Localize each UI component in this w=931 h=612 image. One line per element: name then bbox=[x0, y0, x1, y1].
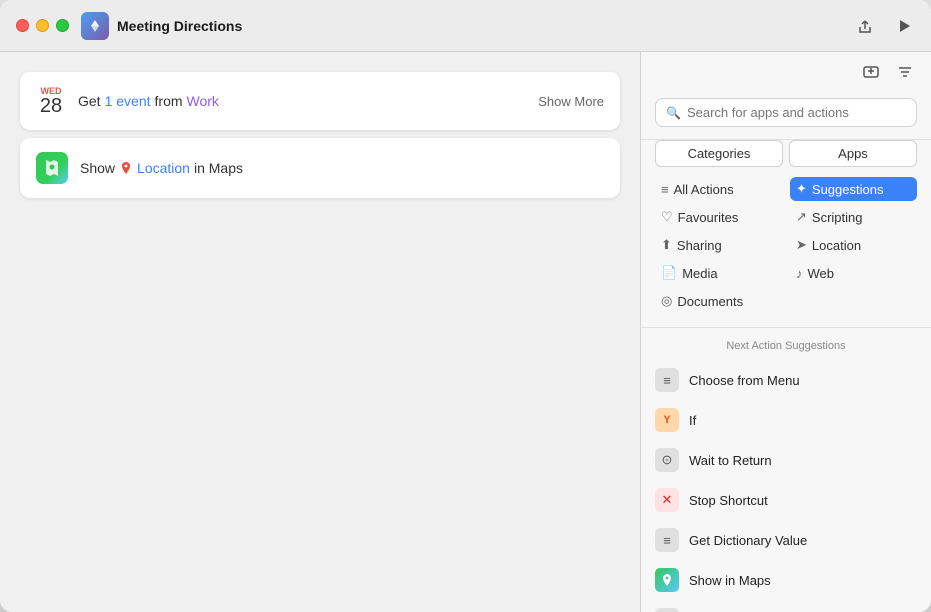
suggestions-icon: ✦ bbox=[796, 181, 807, 197]
main-content: Wed 28 Get 1 event from Work Show More bbox=[0, 52, 931, 612]
stop-shortcut-label: Stop Shortcut bbox=[689, 493, 768, 508]
maximize-button[interactable] bbox=[56, 19, 69, 32]
cat-row-5: ◎ Documents bbox=[655, 289, 917, 313]
search-wrapper: 🔍 bbox=[655, 98, 917, 127]
run-button[interactable] bbox=[893, 15, 915, 37]
cat-row-4: 📄 Media ♪ Web bbox=[655, 261, 917, 285]
sidebar-item-documents[interactable]: 📄 Media bbox=[655, 261, 782, 285]
media-label: Web bbox=[808, 266, 835, 281]
documents-label: Media bbox=[682, 266, 717, 281]
sidebar-item-suggestions[interactable]: ✦ Suggestions bbox=[790, 177, 917, 201]
app-title-group: Meeting Directions bbox=[81, 12, 841, 40]
titlebar-actions bbox=[853, 14, 915, 38]
wait-to-return-label: Wait to Return bbox=[689, 453, 772, 468]
suggestion-list[interactable]: ≡ List bbox=[641, 600, 931, 612]
sidebar-item-sharing[interactable]: ⬆ Sharing bbox=[655, 233, 782, 257]
tab-row: Categories Apps bbox=[641, 140, 931, 177]
search-bar: 🔍 bbox=[641, 86, 931, 140]
event-token[interactable]: 1 event bbox=[105, 93, 151, 109]
all-actions-icon: ≡ bbox=[661, 182, 669, 197]
show-more-button[interactable]: Show More bbox=[538, 94, 604, 109]
cat-row-3: ⬆ Sharing ➤ Location bbox=[655, 233, 917, 257]
suggestion-choose-from-menu[interactable]: ≡ Choose from Menu bbox=[641, 360, 931, 400]
date-number: 28 bbox=[40, 96, 62, 116]
traffic-lights bbox=[16, 19, 69, 32]
add-to-dock-button[interactable] bbox=[859, 60, 883, 84]
favourites-label: Favourites bbox=[678, 210, 739, 225]
text-show: Show bbox=[80, 160, 115, 176]
sidebar-item-location[interactable]: ➤ Location bbox=[790, 233, 917, 257]
sidebar-item-scripting[interactable]: ↗ Scripting bbox=[790, 205, 917, 229]
get-event-card: Wed 28 Get 1 event from Work Show More bbox=[20, 72, 620, 130]
documents-icon: 📄 bbox=[661, 265, 677, 281]
get-dictionary-value-icon: ≡ bbox=[655, 528, 679, 552]
location-icon: ➤ bbox=[796, 237, 807, 253]
share-button[interactable] bbox=[853, 14, 877, 38]
titlebar: Meeting Directions bbox=[0, 0, 931, 52]
location-label: Location bbox=[812, 238, 861, 253]
right-panel: 🔍 Categories Apps ≡ All Actions ✦ bbox=[641, 52, 931, 612]
list-icon: ≡ bbox=[655, 608, 679, 612]
suggestions-label: Suggestions bbox=[812, 182, 884, 197]
media-icon: ♪ bbox=[796, 266, 803, 281]
work-token[interactable]: Work bbox=[187, 93, 219, 109]
sharing-icon: ⬆ bbox=[661, 237, 672, 253]
suggestion-get-dictionary-value[interactable]: ≡ Get Dictionary Value bbox=[641, 520, 931, 560]
text-get: Get bbox=[78, 93, 101, 109]
location-token[interactable]: Location bbox=[137, 160, 190, 176]
stop-shortcut-icon: ✕ bbox=[655, 488, 679, 512]
card2-content: Show Location in Maps bbox=[80, 160, 604, 176]
suggestions-header: Next Action Suggestions bbox=[641, 336, 931, 360]
show-maps-card: Show Location in Maps bbox=[20, 138, 620, 198]
cat-row-2: ♡ Favourites ↗ Scripting bbox=[655, 205, 917, 229]
choose-from-menu-label: Choose from Menu bbox=[689, 373, 800, 388]
maps-icon bbox=[36, 152, 68, 184]
suggestion-wait-to-return[interactable]: ⊙ Wait to Return bbox=[641, 440, 931, 480]
search-input[interactable] bbox=[687, 105, 906, 120]
suggestion-stop-shortcut[interactable]: ✕ Stop Shortcut bbox=[641, 480, 931, 520]
show-in-maps-label: Show in Maps bbox=[689, 573, 771, 588]
choose-from-menu-icon: ≡ bbox=[655, 368, 679, 392]
text-from: from bbox=[155, 93, 183, 109]
cat-row-1: ≡ All Actions ✦ Suggestions bbox=[655, 177, 917, 201]
suggestion-show-in-maps[interactable]: Show in Maps bbox=[641, 560, 931, 600]
shortcuts-app-icon bbox=[81, 12, 109, 40]
categories-grid: ≡ All Actions ✦ Suggestions ♡ Favourites… bbox=[641, 177, 931, 328]
web-label: Documents bbox=[677, 294, 743, 309]
sidebar-item-media[interactable]: ♪ Web bbox=[790, 261, 917, 285]
favourites-icon: ♡ bbox=[661, 209, 673, 225]
text-in-maps: in Maps bbox=[194, 160, 243, 176]
get-dictionary-value-label: Get Dictionary Value bbox=[689, 533, 807, 548]
show-in-maps-icon bbox=[655, 568, 679, 592]
card-content: Get 1 event from Work bbox=[78, 93, 526, 109]
calendar-date: Wed 28 bbox=[36, 86, 66, 116]
minimize-button[interactable] bbox=[36, 19, 49, 32]
search-icon: 🔍 bbox=[666, 106, 681, 120]
location-pin-icon bbox=[119, 161, 133, 175]
suggestion-if[interactable]: Y If bbox=[641, 400, 931, 440]
all-actions-label: All Actions bbox=[674, 182, 734, 197]
web-icon: ◎ bbox=[661, 293, 672, 309]
if-icon: Y bbox=[655, 408, 679, 432]
sidebar-item-web[interactable]: ◎ Documents bbox=[655, 289, 917, 313]
sidebar-item-favourites[interactable]: ♡ Favourites bbox=[655, 205, 782, 229]
wait-to-return-icon: ⊙ bbox=[655, 448, 679, 472]
categories-tab[interactable]: Categories bbox=[655, 140, 783, 167]
filter-button[interactable] bbox=[893, 60, 917, 84]
scripting-label: Scripting bbox=[812, 210, 863, 225]
sharing-label: Sharing bbox=[677, 238, 722, 253]
window-title: Meeting Directions bbox=[117, 18, 242, 34]
apps-tab[interactable]: Apps bbox=[789, 140, 917, 167]
sidebar-item-all-actions[interactable]: ≡ All Actions bbox=[655, 177, 782, 201]
left-panel: Wed 28 Get 1 event from Work Show More bbox=[0, 52, 641, 612]
if-label: If bbox=[689, 413, 696, 428]
scripting-icon: ↗ bbox=[796, 209, 807, 225]
close-button[interactable] bbox=[16, 19, 29, 32]
suggestions-section: Next Action Suggestions ≡ Choose from Me… bbox=[641, 328, 931, 612]
app-window: Meeting Directions Wed 28 bbox=[0, 0, 931, 612]
